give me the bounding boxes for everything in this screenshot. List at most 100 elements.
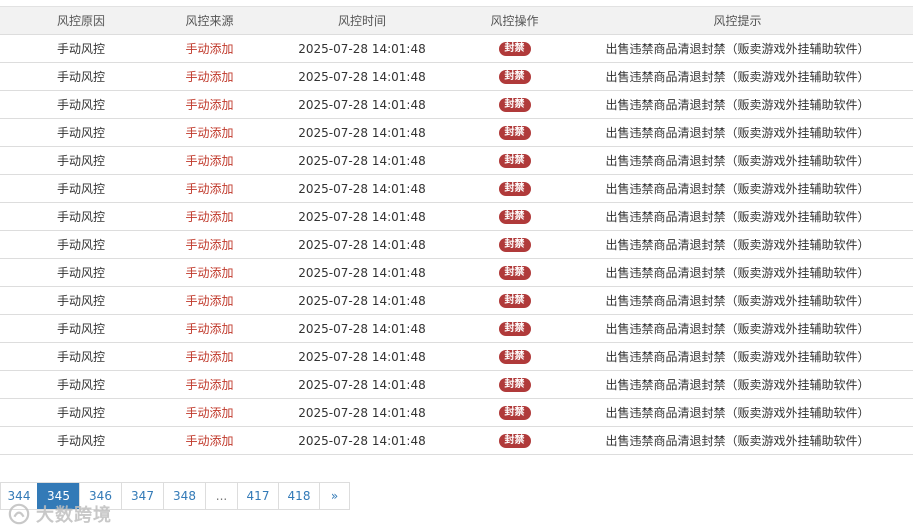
table-row: 手动风控 手动添加 2025-07-28 14:01:48 封禁 出售违禁商品清退封禁（… (0, 426, 913, 455)
cell-time: 2025-07-28 14:01:48 (257, 258, 467, 287)
column-header-source: 风控来源 (162, 6, 257, 35)
cell-reason: 手动风控 (0, 90, 162, 119)
cell-source: 手动添加 (162, 146, 257, 175)
page-ellipsis: ... (205, 483, 237, 509)
cell-tip: 出售违禁商品清退封禁（贩卖游戏外挂辅助软件） (562, 314, 913, 343)
cell-action: 封禁 (467, 230, 562, 259)
cell-time: 2025-07-28 14:01:48 (257, 174, 467, 203)
cell-action: 封禁 (467, 90, 562, 119)
ban-badge: 封禁 (498, 69, 531, 84)
cell-action: 封禁 (467, 314, 562, 343)
column-header-reason: 风控原因 (0, 6, 162, 35)
cell-time: 2025-07-28 14:01:48 (257, 202, 467, 231)
cell-tip: 出售违禁商品清退封禁（贩卖游戏外挂辅助软件） (562, 62, 913, 91)
next-page-button[interactable]: » (319, 483, 349, 509)
cell-tip: 出售违禁商品清退封禁（贩卖游戏外挂辅助软件） (562, 202, 913, 231)
cell-source: 手动添加 (162, 174, 257, 203)
cell-action: 封禁 (467, 370, 562, 399)
cell-source: 手动添加 (162, 258, 257, 287)
cell-source: 手动添加 (162, 342, 257, 371)
cell-action: 封禁 (467, 258, 562, 287)
cell-source: 手动添加 (162, 90, 257, 119)
cell-tip: 出售违禁商品清退封禁（贩卖游戏外挂辅助软件） (562, 370, 913, 399)
cell-action: 封禁 (467, 146, 562, 175)
ban-badge: 封禁 (498, 377, 531, 392)
table-row: 手动风控 手动添加 2025-07-28 14:01:48 封禁 出售违禁商品清退封禁（… (0, 342, 913, 371)
column-header-time: 风控时间 (257, 6, 467, 35)
cell-reason: 手动风控 (0, 342, 162, 371)
cell-source: 手动添加 (162, 62, 257, 91)
cell-time: 2025-07-28 14:01:48 (257, 146, 467, 175)
column-header-action: 风控操作 (467, 6, 562, 35)
page-link-346[interactable]: 346 (79, 483, 121, 509)
cell-reason: 手动风控 (0, 146, 162, 175)
table-row: 手动风控 手动添加 2025-07-28 14:01:48 封禁 出售违禁商品清退封禁（… (0, 230, 913, 259)
cell-reason: 手动风控 (0, 398, 162, 427)
ban-badge: 封禁 (498, 405, 531, 420)
cell-action: 封禁 (467, 34, 562, 63)
cell-tip: 出售违禁商品清退封禁（贩卖游戏外挂辅助软件） (562, 342, 913, 371)
cell-source: 手动添加 (162, 202, 257, 231)
cell-source: 手动添加 (162, 370, 257, 399)
cell-time: 2025-07-28 14:01:48 (257, 398, 467, 427)
cell-action: 封禁 (467, 342, 562, 371)
ban-badge: 封禁 (498, 125, 531, 140)
cell-source: 手动添加 (162, 426, 257, 455)
cell-reason: 手动风控 (0, 426, 162, 455)
cell-time: 2025-07-28 14:01:48 (257, 62, 467, 91)
cell-reason: 手动风控 (0, 174, 162, 203)
page-link-348[interactable]: 348 (163, 483, 205, 509)
pagination: 344 345 346 347 348... 417 418» (0, 482, 350, 510)
cell-tip: 出售违禁商品清退封禁（贩卖游戏外挂辅助软件） (562, 118, 913, 147)
ban-badge: 封禁 (498, 97, 531, 112)
cell-time: 2025-07-28 14:01:48 (257, 426, 467, 455)
cell-tip: 出售违禁商品清退封禁（贩卖游戏外挂辅助软件） (562, 426, 913, 455)
table-body: 手动风控 手动添加 2025-07-28 14:01:48 封禁 出售违禁商品清退封禁（… (0, 34, 913, 455)
cell-action: 封禁 (467, 118, 562, 147)
ban-badge: 封禁 (498, 265, 531, 280)
page-link-417[interactable]: 417 (237, 483, 278, 509)
cell-action: 封禁 (467, 174, 562, 203)
risk-control-table: 风控原因 风控来源 风控时间 风控操作 风控提示 手动风控 手动添加 2025-07… (0, 6, 913, 455)
cell-action: 封禁 (467, 286, 562, 315)
page-link-347[interactable]: 347 (121, 483, 163, 509)
cell-tip: 出售违禁商品清退封禁（贩卖游戏外挂辅助软件） (562, 146, 913, 175)
cell-tip: 出售违禁商品清退封禁（贩卖游戏外挂辅助软件） (562, 258, 913, 287)
table-row: 手动风控 手动添加 2025-07-28 14:01:48 封禁 出售违禁商品清退封禁（… (0, 202, 913, 231)
page-link-345[interactable]: 345 (37, 483, 79, 509)
cell-action: 封禁 (467, 62, 562, 91)
cell-reason: 手动风控 (0, 286, 162, 315)
table-row: 手动风控 手动添加 2025-07-28 14:01:48 封禁 出售违禁商品清退封禁（… (0, 286, 913, 315)
ban-badge: 封禁 (498, 433, 531, 448)
table-row: 手动风控 手动添加 2025-07-28 14:01:48 封禁 出售违禁商品清退封禁（… (0, 314, 913, 343)
cell-source: 手动添加 (162, 34, 257, 63)
cell-reason: 手动风控 (0, 118, 162, 147)
cell-time: 2025-07-28 14:01:48 (257, 230, 467, 259)
cell-reason: 手动风控 (0, 34, 162, 63)
cell-reason: 手动风控 (0, 314, 162, 343)
cell-source: 手动添加 (162, 286, 257, 315)
table-row: 手动风控 手动添加 2025-07-28 14:01:48 封禁 出售违禁商品清退封禁（… (0, 62, 913, 91)
page-link-418[interactable]: 418 (278, 483, 319, 509)
cell-time: 2025-07-28 14:01:48 (257, 90, 467, 119)
table-row: 手动风控 手动添加 2025-07-28 14:01:48 封禁 出售违禁商品清退封禁（… (0, 146, 913, 175)
table-row: 手动风控 手动添加 2025-07-28 14:01:48 封禁 出售违禁商品清退封禁（… (0, 258, 913, 287)
table-row: 手动风控 手动添加 2025-07-28 14:01:48 封禁 出售违禁商品清退封禁（… (0, 118, 913, 147)
cell-tip: 出售违禁商品清退封禁（贩卖游戏外挂辅助软件） (562, 230, 913, 259)
cell-action: 封禁 (467, 426, 562, 455)
cell-time: 2025-07-28 14:01:48 (257, 370, 467, 399)
cell-action: 封禁 (467, 398, 562, 427)
ban-badge: 封禁 (498, 293, 531, 308)
cell-tip: 出售违禁商品清退封禁（贩卖游戏外挂辅助软件） (562, 174, 913, 203)
cell-source: 手动添加 (162, 314, 257, 343)
cell-reason: 手动风控 (0, 202, 162, 231)
ban-badge: 封禁 (498, 321, 531, 336)
column-header-tip: 风控提示 (562, 6, 913, 35)
ban-badge: 封禁 (498, 349, 531, 364)
page-link-344[interactable]: 344 (0, 483, 37, 509)
table-row: 手动风控 手动添加 2025-07-28 14:01:48 封禁 出售违禁商品清退封禁（… (0, 34, 913, 63)
cell-reason: 手动风控 (0, 258, 162, 287)
cell-source: 手动添加 (162, 230, 257, 259)
cell-source: 手动添加 (162, 398, 257, 427)
cell-tip: 出售违禁商品清退封禁（贩卖游戏外挂辅助软件） (562, 286, 913, 315)
